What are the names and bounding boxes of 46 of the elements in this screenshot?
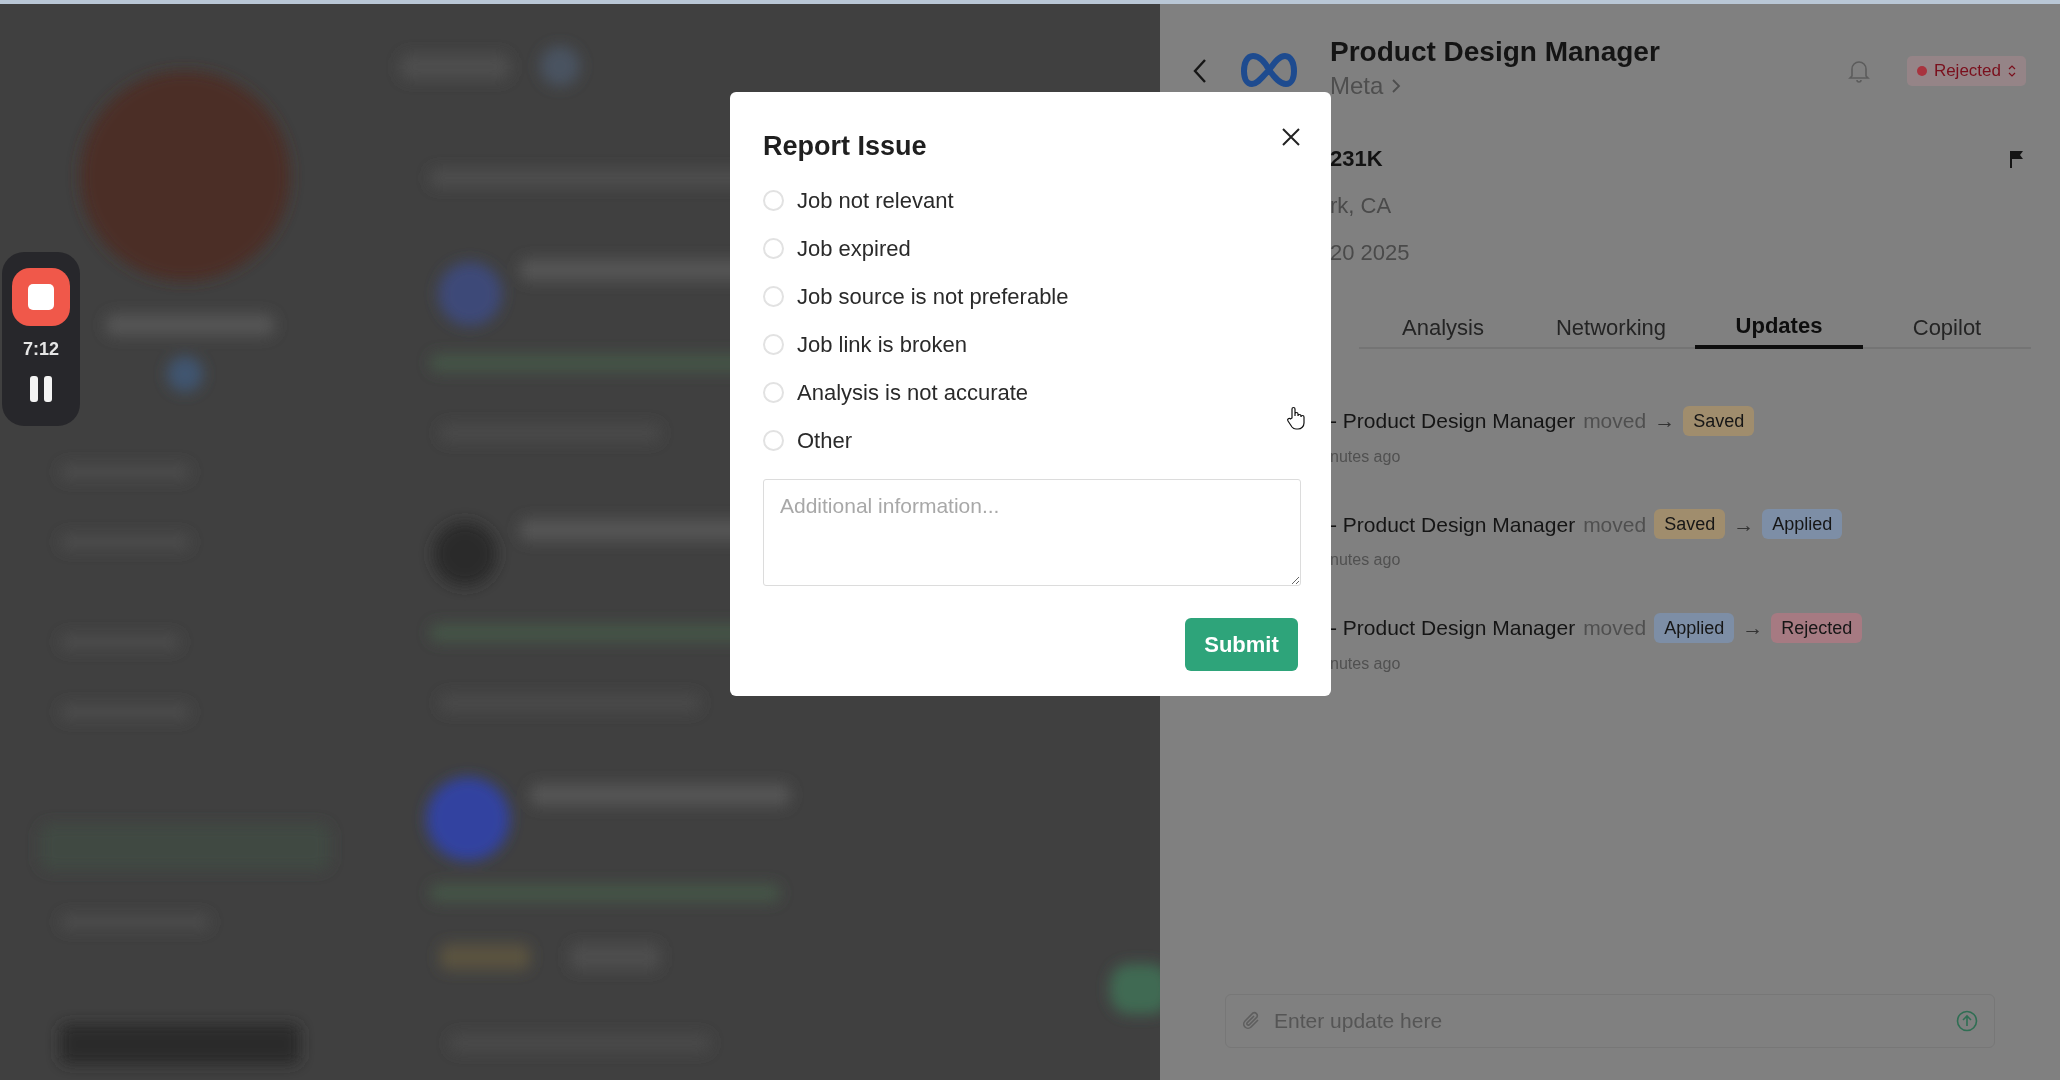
job-title: Product Design Manager: [1330, 35, 1660, 69]
status-tag: Rejected: [1771, 612, 1863, 643]
radio-button[interactable]: [763, 334, 784, 355]
pointer-hand-icon: [1286, 406, 1306, 430]
update-job-text: - Product Design Manager: [1330, 408, 1576, 434]
flag-icon[interactable]: [2008, 148, 2026, 169]
status-tag: Applied: [1654, 612, 1735, 643]
tab[interactable]: Updates: [1695, 305, 1863, 349]
radio-button[interactable]: [763, 430, 784, 451]
radio-option[interactable]: Job not relevant: [763, 188, 1298, 213]
status-dropdown[interactable]: Rejected: [1906, 56, 2026, 86]
radio-option[interactable]: Job link is broken: [763, 332, 1298, 357]
radio-button[interactable]: [763, 238, 784, 259]
back-chevron-icon[interactable]: [1192, 58, 1208, 84]
send-icon[interactable]: [1956, 1010, 1978, 1032]
chevron-right-icon: [1391, 78, 1402, 94]
radio-option[interactable]: Job expired: [763, 236, 1298, 261]
radio-option[interactable]: Job source is not preferable: [763, 284, 1298, 309]
recording-time: 7:12: [23, 338, 59, 361]
update-job-text: - Product Design Manager: [1330, 511, 1576, 538]
salary-text: 231K: [1330, 145, 1383, 173]
pause-icon[interactable]: [29, 375, 53, 403]
arrow-text: →: [1654, 408, 1676, 434]
close-icon[interactable]: [1280, 126, 1302, 148]
stop-recording-button[interactable]: [12, 268, 70, 326]
radio-option[interactable]: Other: [763, 428, 1298, 453]
radio-button[interactable]: [763, 382, 784, 403]
status-tag: Saved: [1654, 509, 1726, 540]
dialog-title: Report Issue: [763, 130, 927, 163]
updown-chevron-icon: [2008, 65, 2016, 77]
status-tag: Applied: [1762, 509, 1843, 540]
tab[interactable]: Copilot: [1863, 305, 2031, 349]
tab[interactable]: Networking: [1527, 305, 1695, 349]
bell-icon[interactable]: [1846, 58, 1871, 84]
arrow-text: →: [1742, 615, 1764, 641]
status-tag: Saved: [1683, 405, 1755, 436]
tab[interactable]: Analysis: [1359, 305, 1527, 349]
update-job-text: - Product Design Manager: [1330, 615, 1576, 641]
submit-button[interactable]: Submit: [1185, 617, 1298, 671]
infinity-logo-icon: [1241, 52, 1297, 88]
paperclip-icon[interactable]: [1242, 1010, 1262, 1032]
radio-button[interactable]: [763, 286, 784, 307]
arrow-text: →: [1733, 511, 1755, 538]
radio-button[interactable]: [763, 190, 784, 211]
radio-option[interactable]: Analysis is not accurate: [763, 380, 1298, 405]
additional-info-field[interactable]: Additional information...: [763, 478, 1301, 586]
